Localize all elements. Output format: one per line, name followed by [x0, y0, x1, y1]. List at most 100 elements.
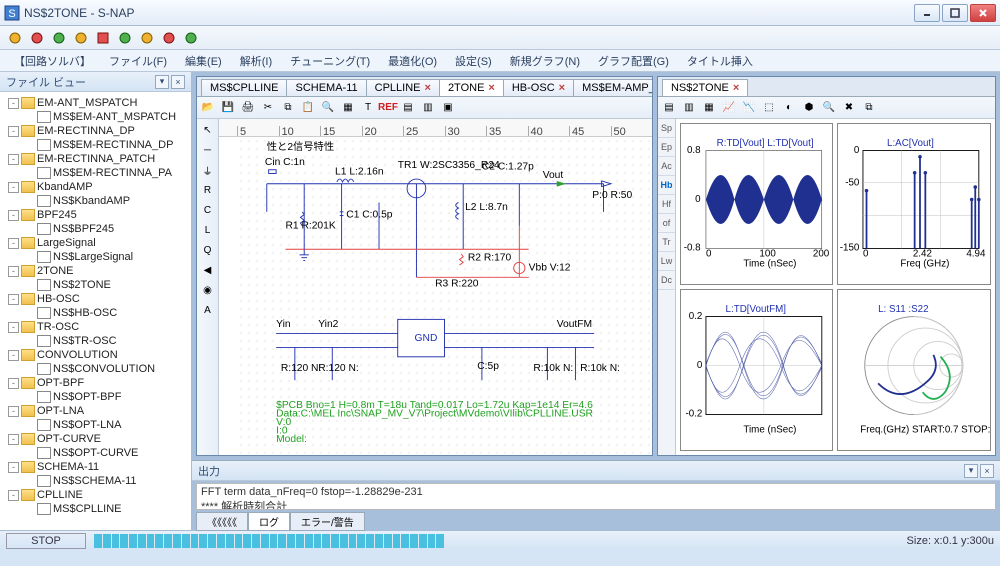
- tree-item[interactable]: NS$TR-OSC: [2, 334, 189, 348]
- gtool-8-icon[interactable]: ⬢: [800, 99, 818, 117]
- schem-tool-copy-icon[interactable]: ⧉: [279, 99, 297, 117]
- vtool-l-icon[interactable]: L: [199, 221, 217, 239]
- menu-item[interactable]: グラフ配置(G): [590, 51, 677, 71]
- tool-icon-9[interactable]: [182, 29, 200, 47]
- output-close-icon[interactable]: ×: [980, 464, 994, 478]
- gtool-1-icon[interactable]: ▤: [660, 99, 678, 117]
- tree-item[interactable]: -CPLLINE: [2, 488, 189, 502]
- tree-item[interactable]: NS$OPT-BPF: [2, 390, 189, 404]
- menu-item[interactable]: ファイル(F): [101, 51, 175, 71]
- tree-item[interactable]: MS$CPLLINE: [2, 502, 189, 516]
- schem-tool-print-icon[interactable]: 🖨: [239, 99, 257, 117]
- side-tab[interactable]: Tr: [658, 233, 675, 252]
- schem-tool-text-icon[interactable]: T: [359, 99, 377, 117]
- tree-item[interactable]: NS$SCHEMA-11: [2, 474, 189, 488]
- gtool-4-icon[interactable]: 📈: [720, 99, 738, 117]
- side-tab[interactable]: of: [658, 214, 675, 233]
- output-tab[interactable]: ログ: [248, 512, 290, 531]
- tree-item[interactable]: -EM-RECTINNA_PATCH: [2, 152, 189, 166]
- schem-tool-open-icon[interactable]: 📂: [199, 99, 217, 117]
- vtool-wire-icon[interactable]: ─: [199, 141, 217, 159]
- side-tab[interactable]: Dc: [658, 271, 675, 290]
- tab[interactable]: SCHEMA-11: [286, 79, 366, 96]
- panel-dropdown-icon[interactable]: ▾: [155, 75, 169, 89]
- graph-ac-vout[interactable]: L:AC[Vout]: [837, 123, 991, 285]
- tree-item[interactable]: MS$EM-RECTINNA_DP: [2, 138, 189, 152]
- menu-item[interactable]: チューニング(T): [282, 51, 378, 71]
- schem-tool-a-icon[interactable]: ▤: [399, 99, 417, 117]
- menu-item[interactable]: 【回路ソルバ】: [6, 51, 99, 71]
- tree-item[interactable]: -BPF245: [2, 208, 189, 222]
- schem-tool-save-icon[interactable]: 💾: [219, 99, 237, 117]
- tree-item[interactable]: MS$EM-RECTINNA_PA: [2, 166, 189, 180]
- tree-item[interactable]: NS$CONVOLUTION: [2, 362, 189, 376]
- tree-item[interactable]: NS$HB-OSC: [2, 306, 189, 320]
- tool-icon-5[interactable]: [94, 29, 112, 47]
- tool-icon-7[interactable]: [138, 29, 156, 47]
- vtool-port-icon[interactable]: ◀: [199, 261, 217, 279]
- tab-close-icon[interactable]: ×: [559, 82, 565, 94]
- close-button[interactable]: [970, 4, 996, 22]
- tool-icon-2[interactable]: [28, 29, 46, 47]
- tree-item[interactable]: -OPT-CURVE: [2, 432, 189, 446]
- maximize-button[interactable]: [942, 4, 968, 22]
- tab[interactable]: MS$CPLLINE: [201, 79, 287, 96]
- side-tab[interactable]: Ep: [658, 138, 675, 157]
- graph-td-voutfm[interactable]: L:TD[VoutFM]: [680, 289, 834, 451]
- output-dropdown-icon[interactable]: ▾: [964, 464, 978, 478]
- menu-item[interactable]: タイトル挿入: [679, 51, 761, 71]
- tool-icon-4[interactable]: [72, 29, 90, 47]
- vtool-q-icon[interactable]: Q: [199, 241, 217, 259]
- gtool-2-icon[interactable]: ▥: [680, 99, 698, 117]
- graph-td-vout[interactable]: R:TD[Vout] L:TD[Vout] 0.8 0 -0.8: [680, 123, 834, 285]
- tab[interactable]: CPLLINE×: [366, 79, 440, 96]
- tool-icon-6[interactable]: [116, 29, 134, 47]
- tab[interactable]: NS$2TONE×: [662, 79, 748, 96]
- vtool-probe-icon[interactable]: ◉: [199, 281, 217, 299]
- menu-item[interactable]: 解析(I): [232, 51, 280, 71]
- tab[interactable]: 2TONE×: [439, 79, 504, 96]
- tree-item[interactable]: -OPT-LNA: [2, 404, 189, 418]
- tree-item[interactable]: NS$BPF245: [2, 222, 189, 236]
- file-tree[interactable]: -EM-ANT_MSPATCHMS$EM-ANT_MSPATCH-EM-RECT…: [0, 92, 191, 530]
- output-body[interactable]: FFT term data_nFreq=0 fstop=-1.28829e-23…: [196, 483, 996, 510]
- vtool-r-icon[interactable]: R: [199, 181, 217, 199]
- gtool-5-icon[interactable]: 📉: [740, 99, 758, 117]
- tree-item[interactable]: -KbandAMP: [2, 180, 189, 194]
- menu-item[interactable]: 新規グラフ(N): [502, 51, 588, 71]
- minimize-button[interactable]: [914, 4, 940, 22]
- vtool-c-icon[interactable]: C: [199, 201, 217, 219]
- menu-item[interactable]: 設定(S): [447, 51, 500, 71]
- tree-item[interactable]: NS$OPT-CURVE: [2, 446, 189, 460]
- schematic-canvas[interactable]: 5101520253035404550: [219, 119, 652, 455]
- graph-smith[interactable]: L: S11 :S22: [837, 289, 991, 451]
- tab[interactable]: MS$EM-AMP_HB: [573, 79, 652, 96]
- gtool-7-icon[interactable]: ◐: [780, 99, 798, 117]
- tab-close-icon[interactable]: ×: [733, 82, 739, 94]
- tree-item[interactable]: NS$KbandAMP: [2, 194, 189, 208]
- output-tab[interactable]: エラー/警告: [290, 512, 365, 531]
- vtool-text-icon[interactable]: A: [199, 301, 217, 319]
- tool-icon-8[interactable]: [160, 29, 178, 47]
- vtool-gnd-icon[interactable]: ⏚: [199, 161, 217, 179]
- tab-close-icon[interactable]: ×: [425, 82, 431, 94]
- tool-icon-1[interactable]: [6, 29, 24, 47]
- tree-item[interactable]: -CONVOLUTION: [2, 348, 189, 362]
- side-tab[interactable]: Lw: [658, 252, 675, 271]
- side-tab[interactable]: Hf: [658, 195, 675, 214]
- side-tab[interactable]: Sp: [658, 119, 675, 138]
- schem-tool-cut-icon[interactable]: ✂: [259, 99, 277, 117]
- schem-tool-c-icon[interactable]: ▣: [439, 99, 457, 117]
- schem-tool-zoom-icon[interactable]: 🔍: [319, 99, 337, 117]
- schem-tool-grid-icon[interactable]: ▦: [339, 99, 357, 117]
- tree-item[interactable]: -EM-RECTINNA_DP: [2, 124, 189, 138]
- tab[interactable]: HB-OSC×: [503, 79, 574, 96]
- tree-item[interactable]: -OPT-BPF: [2, 376, 189, 390]
- tree-item[interactable]: -LargeSignal: [2, 236, 189, 250]
- gtool-zoom-icon[interactable]: 🔍: [820, 99, 838, 117]
- output-tab[interactable]: 《《《《《: [196, 512, 248, 531]
- gtool-marker-icon[interactable]: ✖: [840, 99, 858, 117]
- schem-tool-ref-icon[interactable]: REF: [379, 99, 397, 117]
- tool-icon-3[interactable]: [50, 29, 68, 47]
- vtool-pointer-icon[interactable]: ↖: [199, 121, 217, 139]
